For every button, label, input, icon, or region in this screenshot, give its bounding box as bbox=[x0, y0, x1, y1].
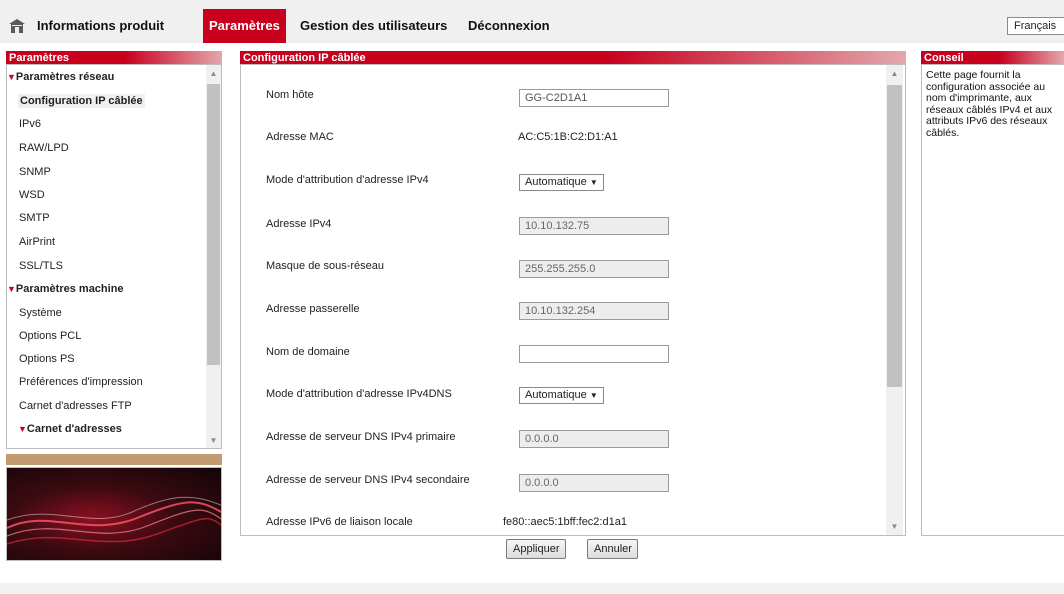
sidebar-item-systeme[interactable]: Système bbox=[19, 307, 62, 319]
scroll-down-arrow-icon[interactable]: ▼ bbox=[887, 521, 902, 533]
main-scroll-thumb[interactable] bbox=[887, 85, 902, 387]
footer-strip bbox=[0, 583, 1064, 594]
sidebar-item-configuration-ip[interactable]: Configuration IP câblée bbox=[18, 94, 145, 108]
sidebar-item-raw-lpd[interactable]: RAW/LPD bbox=[19, 142, 69, 154]
sidebar-header: Paramètres bbox=[6, 51, 222, 65]
label-dns-secondaire: Adresse de serveur DNS IPv4 secondaire bbox=[266, 474, 470, 486]
apply-button[interactable]: Appliquer bbox=[506, 539, 566, 559]
ipv6-link-local-value: fe80::aec5:1bff:fec2:d1a1 bbox=[503, 516, 627, 528]
sidebar-section-carnet[interactable]: ▼Carnet d'adresses bbox=[18, 423, 122, 435]
sidebar-item-snmp[interactable]: SNMP bbox=[19, 166, 51, 178]
nav-deconnexion[interactable]: Déconnexion bbox=[468, 9, 550, 43]
label-adresse-mac: Adresse MAC bbox=[266, 131, 334, 143]
nav-parametres[interactable]: Paramètres bbox=[203, 9, 286, 43]
label-passerelle: Adresse passerelle bbox=[266, 303, 360, 315]
tip-header: Conseil bbox=[921, 51, 1064, 65]
nav-gestion-utilisateurs[interactable]: Gestion des utilisateurs bbox=[300, 9, 447, 43]
top-navigation: Informations produit Paramètres Gestion … bbox=[0, 9, 1064, 43]
label-mode-ipv4dns: Mode d'attribution d'adresse IPv4DNS bbox=[266, 388, 452, 400]
label-dns-primaire: Adresse de serveur DNS IPv4 primaire bbox=[266, 431, 456, 443]
dropdown-arrow-icon: ▼ bbox=[589, 178, 598, 187]
tip-text: Cette page fournit la configuration asso… bbox=[926, 69, 1053, 139]
label-ipv6-liaison: Adresse IPv6 de liaison locale bbox=[266, 516, 413, 528]
top-strip bbox=[0, 0, 1064, 9]
scroll-up-arrow-icon[interactable]: ▲ bbox=[887, 68, 902, 80]
label-masque: Masque de sous-réseau bbox=[266, 260, 385, 272]
sidebar-item-options-pcl[interactable]: Options PCL bbox=[19, 330, 81, 342]
decorative-banner-image bbox=[6, 467, 222, 561]
nav-informations-produit[interactable]: Informations produit bbox=[37, 9, 164, 43]
triangle-down-icon: ▼ bbox=[18, 424, 27, 434]
label-nom-domaine: Nom de domaine bbox=[266, 346, 350, 358]
sidebar-item-smtp[interactable]: SMTP bbox=[19, 212, 50, 224]
sidebar-divider-bar bbox=[6, 454, 222, 465]
sidebar-item-wsd[interactable]: WSD bbox=[19, 189, 45, 201]
home-icon[interactable] bbox=[7, 16, 27, 36]
subnet-mask-input[interactable]: 255.255.255.0 bbox=[519, 260, 669, 278]
dropdown-arrow-icon: ▼ bbox=[589, 391, 598, 400]
ipv4-address-input[interactable]: 10.10.132.75 bbox=[519, 217, 669, 235]
sidebar-section-machine[interactable]: ▼Paramètres machine bbox=[7, 283, 124, 295]
label-adresse-ipv4: Adresse IPv4 bbox=[266, 218, 332, 230]
triangle-down-icon: ▼ bbox=[7, 72, 16, 82]
gateway-input[interactable]: 10.10.132.254 bbox=[519, 302, 669, 320]
sidebar-item-carnet-ftp[interactable]: Carnet d'adresses FTP bbox=[19, 400, 132, 412]
main-panel: Nom hôte GG-C2D1A1 Adresse MAC AC:C5:1B:… bbox=[240, 64, 906, 536]
scroll-up-arrow-icon[interactable]: ▲ bbox=[207, 68, 220, 80]
sidebar-item-ssl-tls[interactable]: SSL/TLS bbox=[19, 260, 63, 272]
label-mode-ipv4: Mode d'attribution d'adresse IPv4 bbox=[266, 174, 429, 186]
main-header: Configuration IP câblée bbox=[240, 51, 906, 65]
sidebar-item-ipv6[interactable]: IPv6 bbox=[19, 118, 41, 130]
dns-primary-input[interactable]: 0.0.0.0 bbox=[519, 430, 669, 448]
mac-address-value: AC:C5:1B:C2:D1:A1 bbox=[518, 131, 618, 143]
sidebar-item-options-ps[interactable]: Options PS bbox=[19, 353, 75, 365]
sidebar-scroll-thumb[interactable] bbox=[207, 84, 220, 365]
tip-panel: Cette page fournit la configuration asso… bbox=[921, 64, 1064, 536]
dns-secondary-input[interactable]: 0.0.0.0 bbox=[519, 474, 669, 492]
sidebar-section-reseau[interactable]: ▼Paramètres réseau bbox=[7, 71, 114, 83]
sidebar: ▼Paramètres réseau Configuration IP câbl… bbox=[6, 64, 222, 449]
sidebar-item-airprint[interactable]: AirPrint bbox=[19, 236, 55, 248]
ipv4dns-mode-select[interactable]: Automatique ▼ bbox=[519, 387, 604, 404]
sidebar-item-preferences-impression[interactable]: Préférences d'impression bbox=[19, 376, 143, 388]
ipv4-mode-select[interactable]: Automatique ▼ bbox=[519, 174, 604, 191]
cancel-button[interactable]: Annuler bbox=[587, 539, 638, 559]
triangle-down-icon: ▼ bbox=[7, 284, 16, 294]
scroll-down-arrow-icon[interactable]: ▼ bbox=[207, 435, 220, 447]
language-select[interactable]: Français bbox=[1007, 17, 1064, 35]
label-nom-hote: Nom hôte bbox=[266, 89, 314, 101]
hostname-input[interactable]: GG-C2D1A1 bbox=[519, 89, 669, 107]
domain-name-input[interactable] bbox=[519, 345, 669, 363]
